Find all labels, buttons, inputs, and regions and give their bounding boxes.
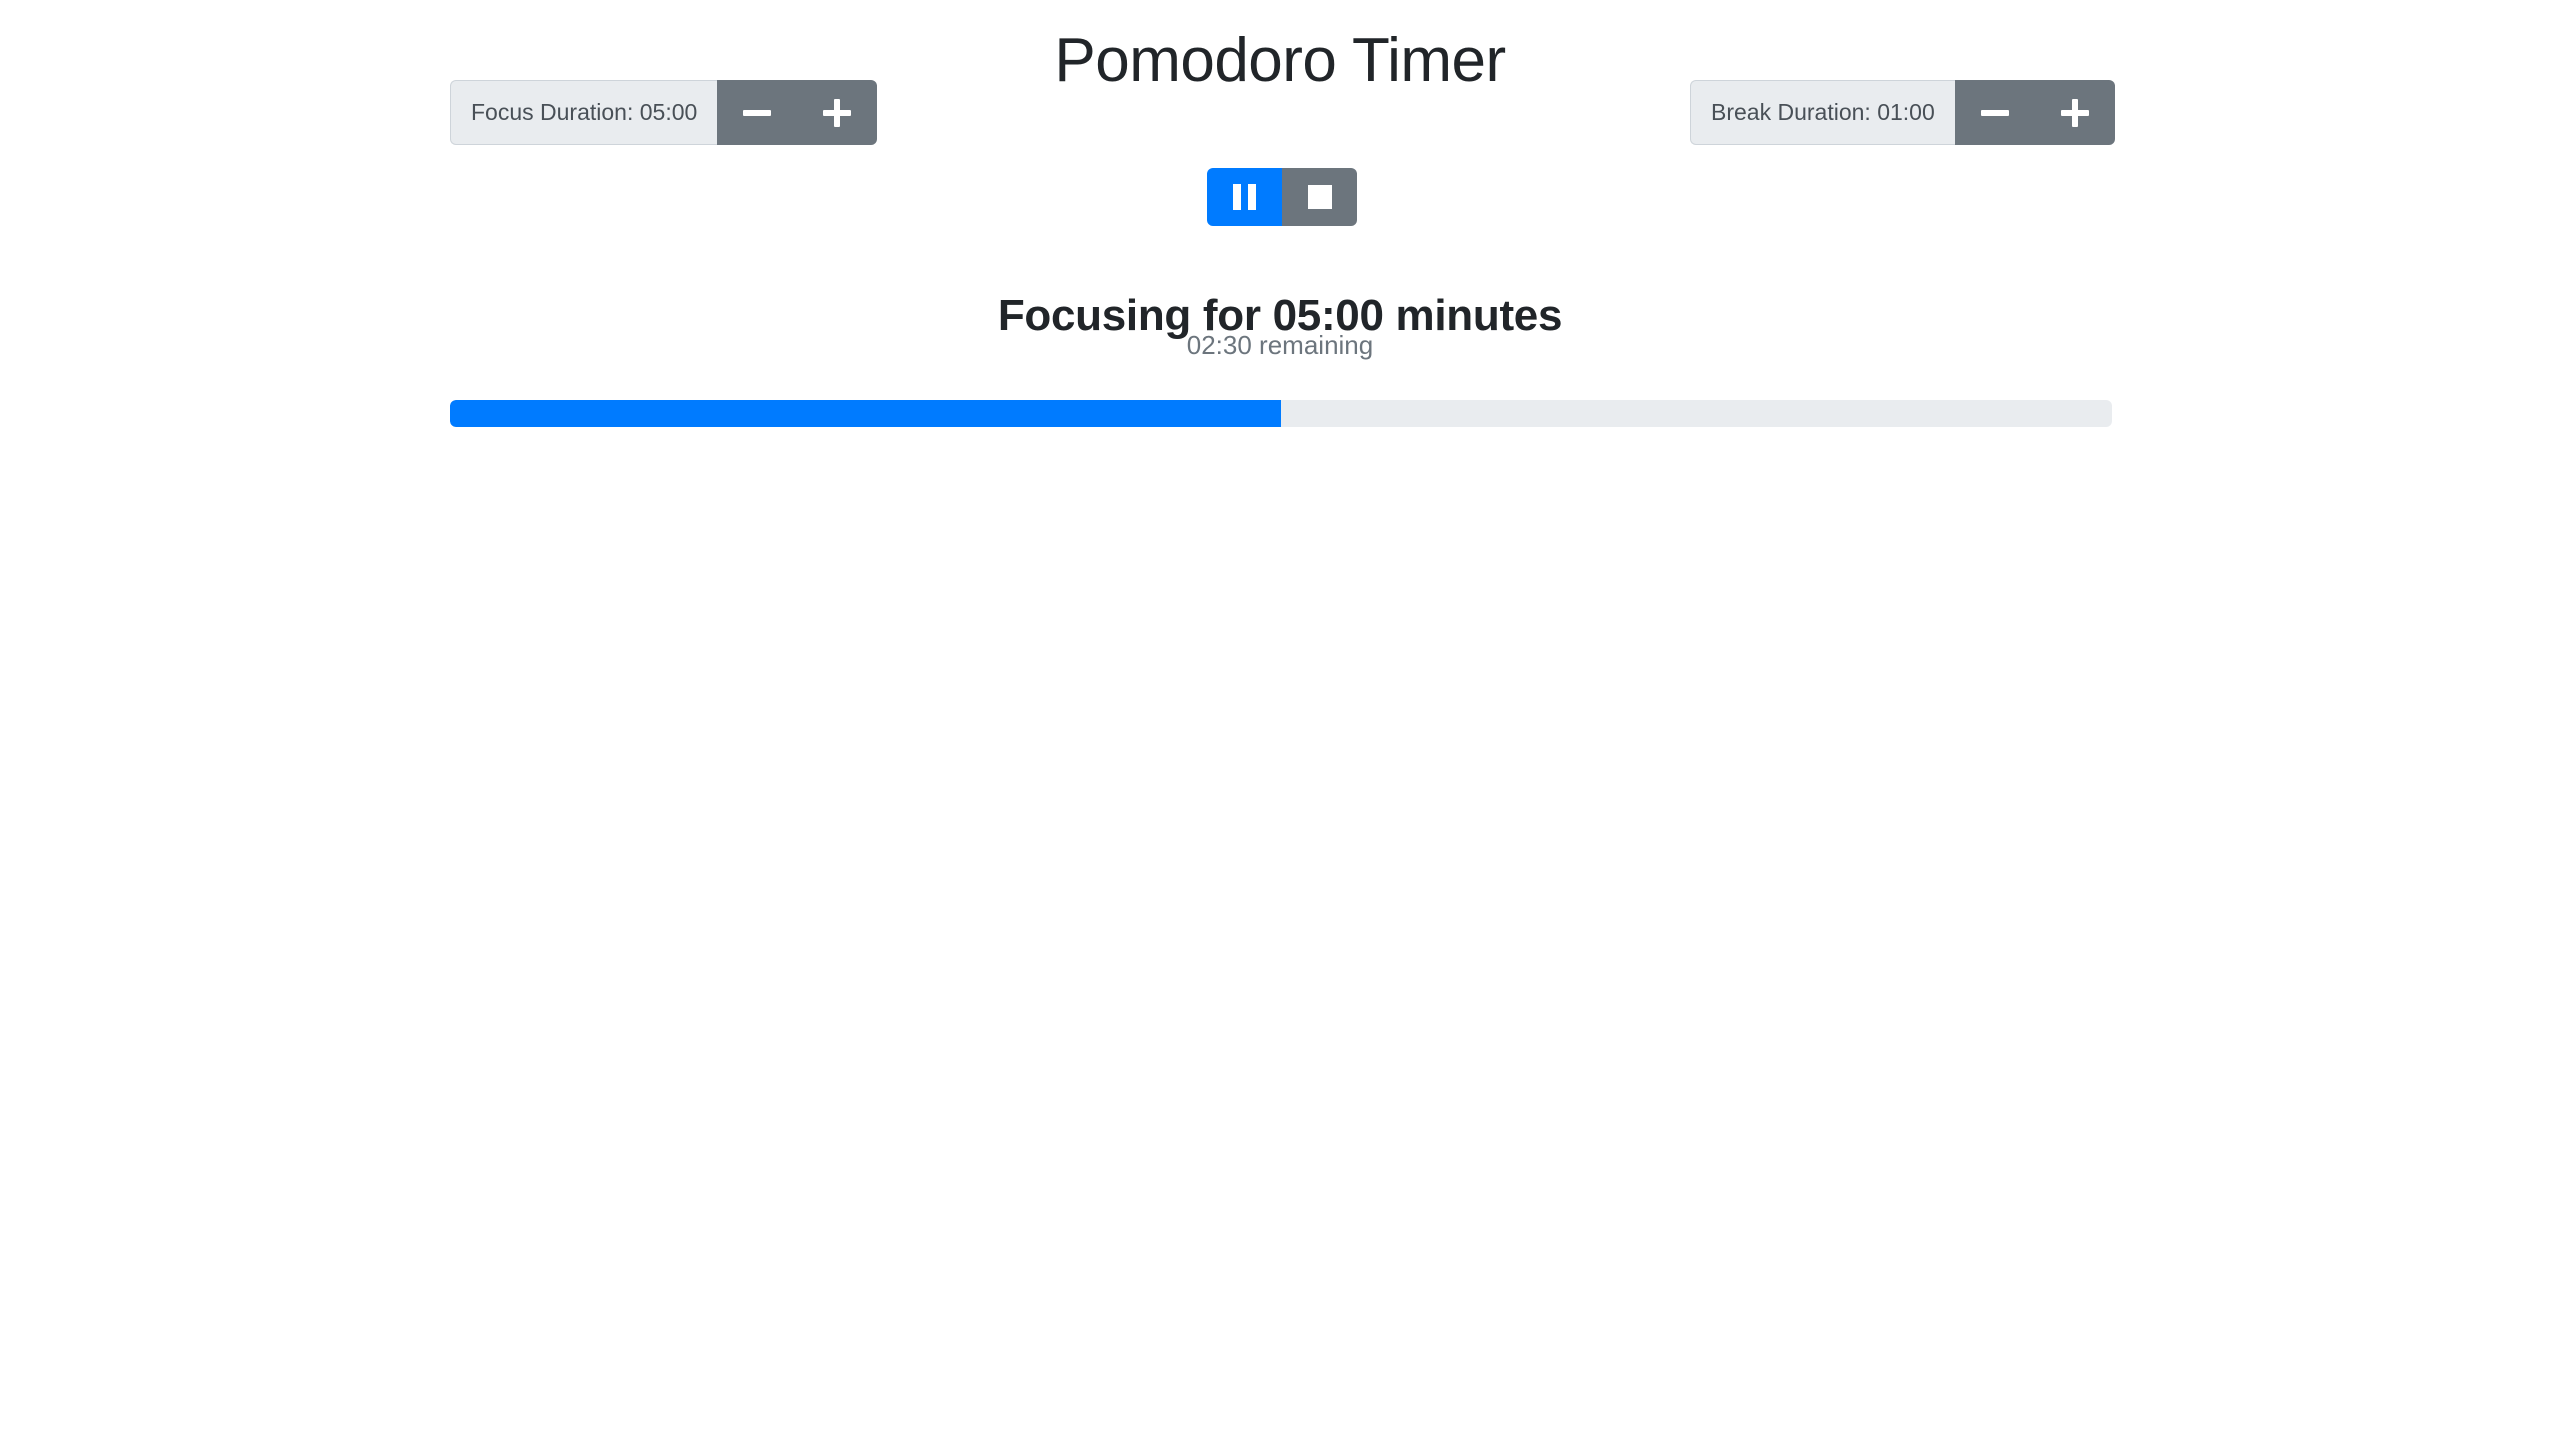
time-remaining-text: 02:30 remaining xyxy=(1186,330,1374,360)
minus-icon xyxy=(743,109,772,116)
transport-button-group xyxy=(1207,168,1357,226)
break-duration-stepper: Break Duration: 01:00 xyxy=(1690,80,2115,145)
minus-icon xyxy=(1980,109,2009,116)
pause-icon xyxy=(1233,184,1256,210)
play-pause-button[interactable] xyxy=(1207,168,1282,226)
focus-duration-decrease-button[interactable] xyxy=(717,80,798,145)
plus-icon xyxy=(823,98,852,127)
break-duration-increase-button[interactable] xyxy=(2034,80,2115,145)
focus-duration-label: Focus Duration: 05:00 xyxy=(450,80,718,145)
break-duration-decrease-button[interactable] xyxy=(1954,80,2035,145)
page-title: Pomodoro Timer xyxy=(1054,25,1506,95)
session-progress-bar xyxy=(450,400,2112,427)
plus-icon xyxy=(2060,98,2089,127)
stop-button[interactable] xyxy=(1282,168,1357,226)
pomodoro-app: Pomodoro Timer Focus Duration: 05:00 Bre… xyxy=(0,0,2560,1440)
focus-duration-increase-button[interactable] xyxy=(797,80,878,145)
stop-icon xyxy=(1307,185,1332,209)
break-duration-label: Break Duration: 01:00 xyxy=(1690,80,1955,145)
focus-duration-stepper: Focus Duration: 05:00 xyxy=(450,80,878,145)
session-progress-fill xyxy=(450,400,1281,427)
